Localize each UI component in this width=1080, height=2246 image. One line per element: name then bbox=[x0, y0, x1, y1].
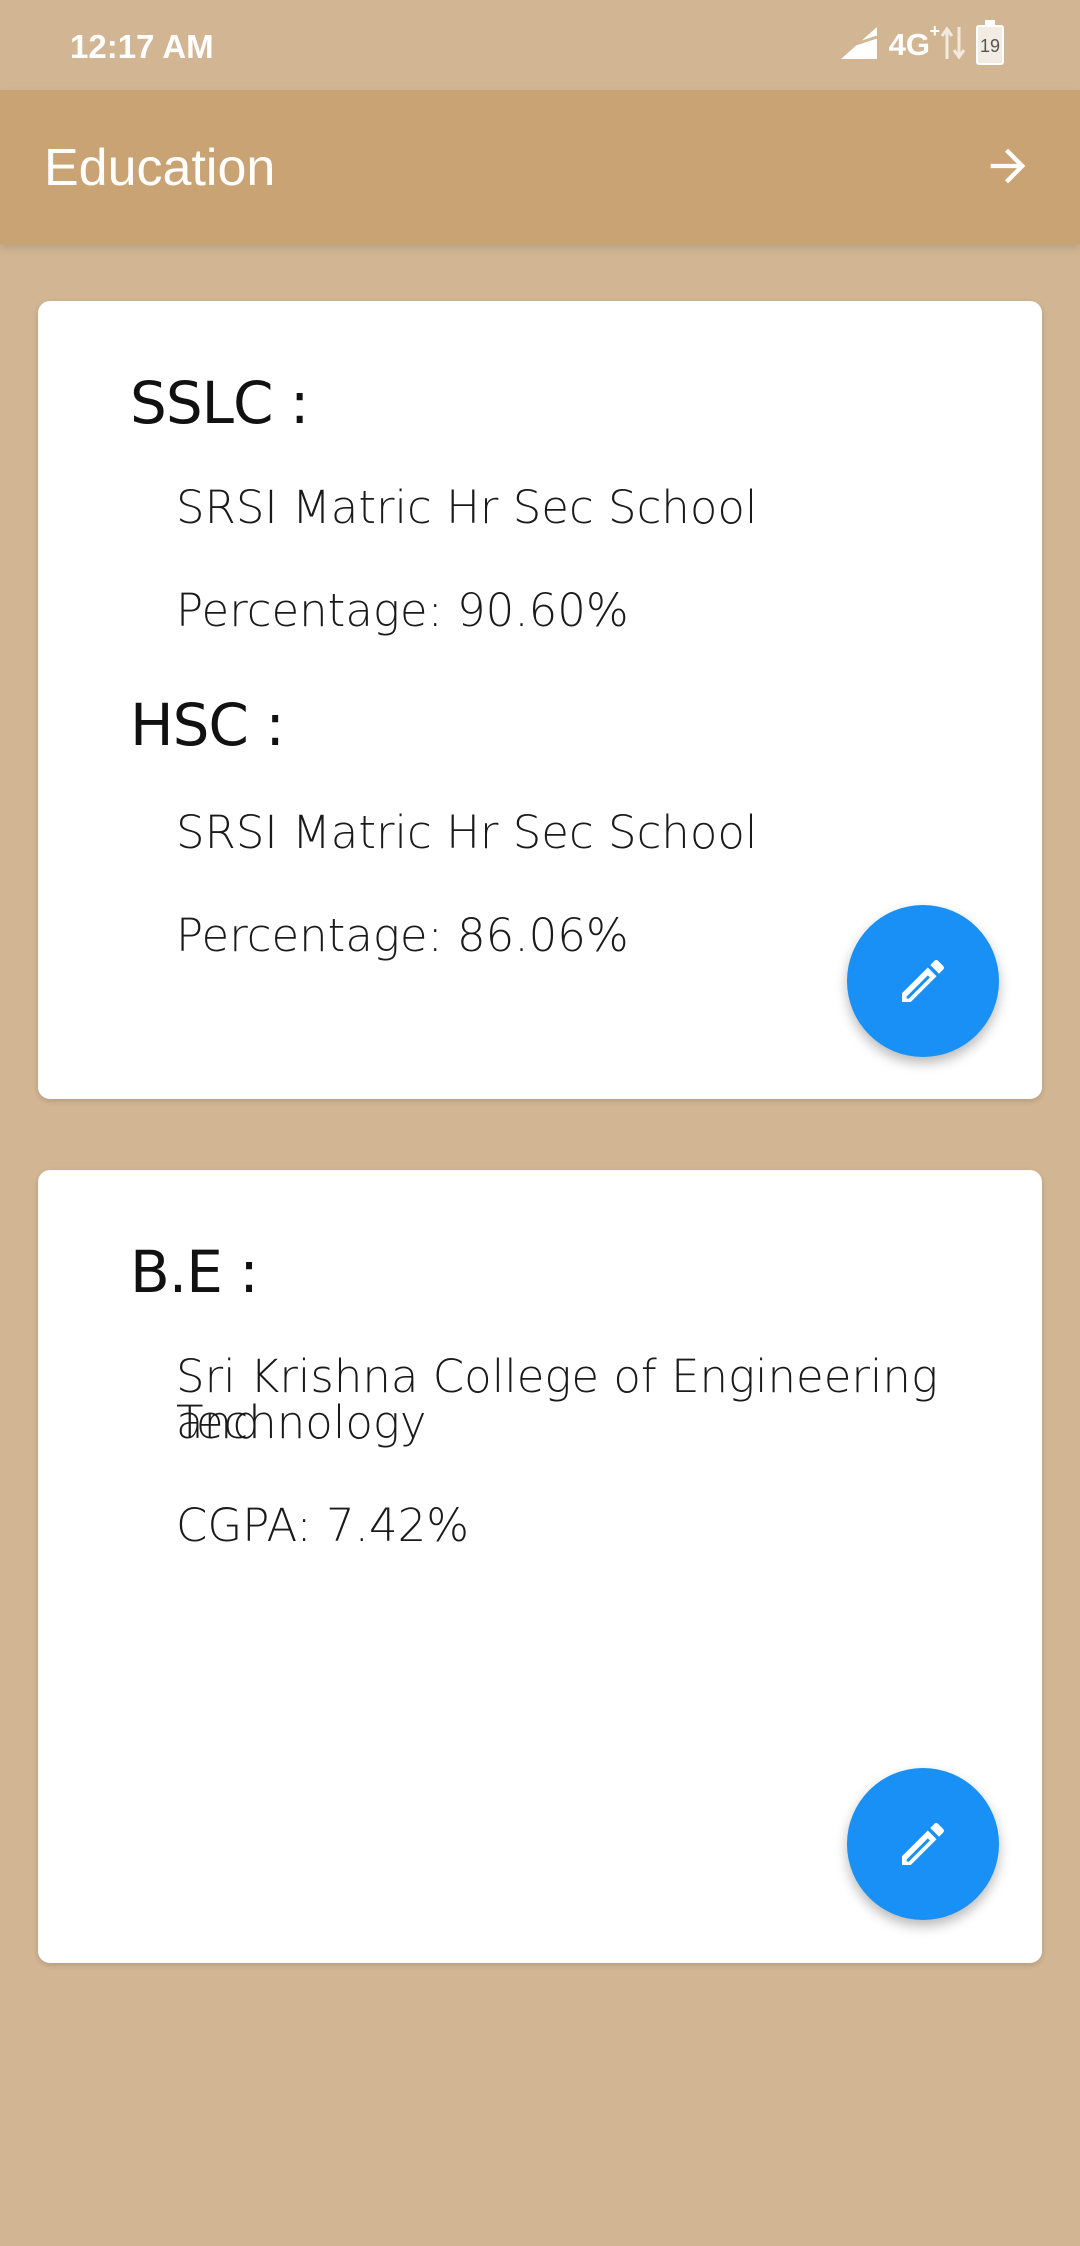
network-type-label: 4G + bbox=[888, 21, 940, 63]
app-bar: Education bbox=[0, 90, 1080, 244]
battery-icon: 19 bbox=[976, 20, 1004, 65]
network-type-text: 4G bbox=[888, 27, 930, 62]
hsc-heading: HSC : bbox=[130, 691, 285, 759]
edit-pencil-icon bbox=[902, 1822, 945, 1865]
education-card-degree: B.E : Sri Krishna College of Engineering… bbox=[38, 1170, 1042, 1963]
status-time: 12:17 AM bbox=[70, 28, 214, 65]
sslc-heading: SSLC : bbox=[130, 369, 309, 437]
page-title: Education bbox=[44, 139, 276, 197]
arrow-forward-icon bbox=[990, 148, 1026, 184]
be-heading: B.E : bbox=[130, 1238, 259, 1306]
battery-level: 19 bbox=[979, 36, 1001, 56]
network-plus-text: + bbox=[929, 21, 940, 41]
edit-degree-button[interactable] bbox=[847, 1768, 999, 1920]
edit-school-button[interactable] bbox=[847, 905, 999, 1057]
sslc-percentage: Percentage: 90.60% bbox=[176, 584, 629, 637]
forward-button[interactable] bbox=[976, 134, 1040, 198]
be-college-line2: Technology bbox=[176, 1396, 427, 1449]
be-cgpa: CGPA: 7.42% bbox=[176, 1499, 469, 1552]
hsc-school: SRSI Matric Hr Sec School bbox=[176, 806, 758, 859]
data-arrows-icon bbox=[940, 25, 966, 66]
signal-icon bbox=[839, 25, 879, 66]
edit-pencil-icon bbox=[902, 959, 945, 1002]
status-bar: 12:17 AM 4G + 19 bbox=[0, 0, 1080, 90]
status-icons: 4G + 19 bbox=[839, 20, 1004, 68]
education-card-school: SSLC : SRSI Matric Hr Sec School Percent… bbox=[38, 301, 1042, 1099]
sslc-school: SRSI Matric Hr Sec School bbox=[176, 481, 758, 534]
